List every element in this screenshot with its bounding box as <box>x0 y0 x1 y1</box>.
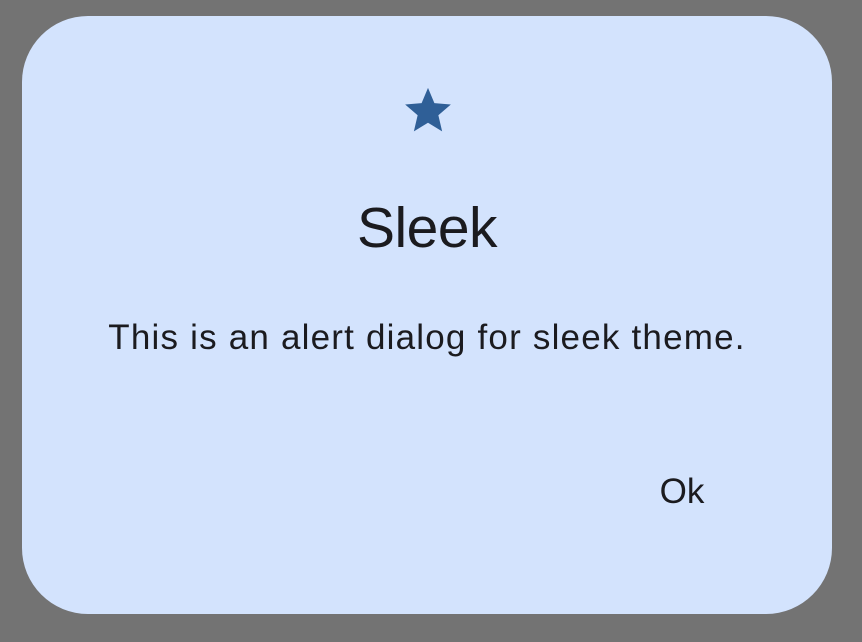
star-icon <box>402 84 454 136</box>
dialog-message: This is an alert dialog for sleek theme. <box>108 318 746 357</box>
alert-dialog: Sleek This is an alert dialog for sleek … <box>22 16 832 614</box>
dialog-title: Sleek <box>356 196 498 260</box>
ok-button[interactable]: Ok <box>634 464 730 520</box>
